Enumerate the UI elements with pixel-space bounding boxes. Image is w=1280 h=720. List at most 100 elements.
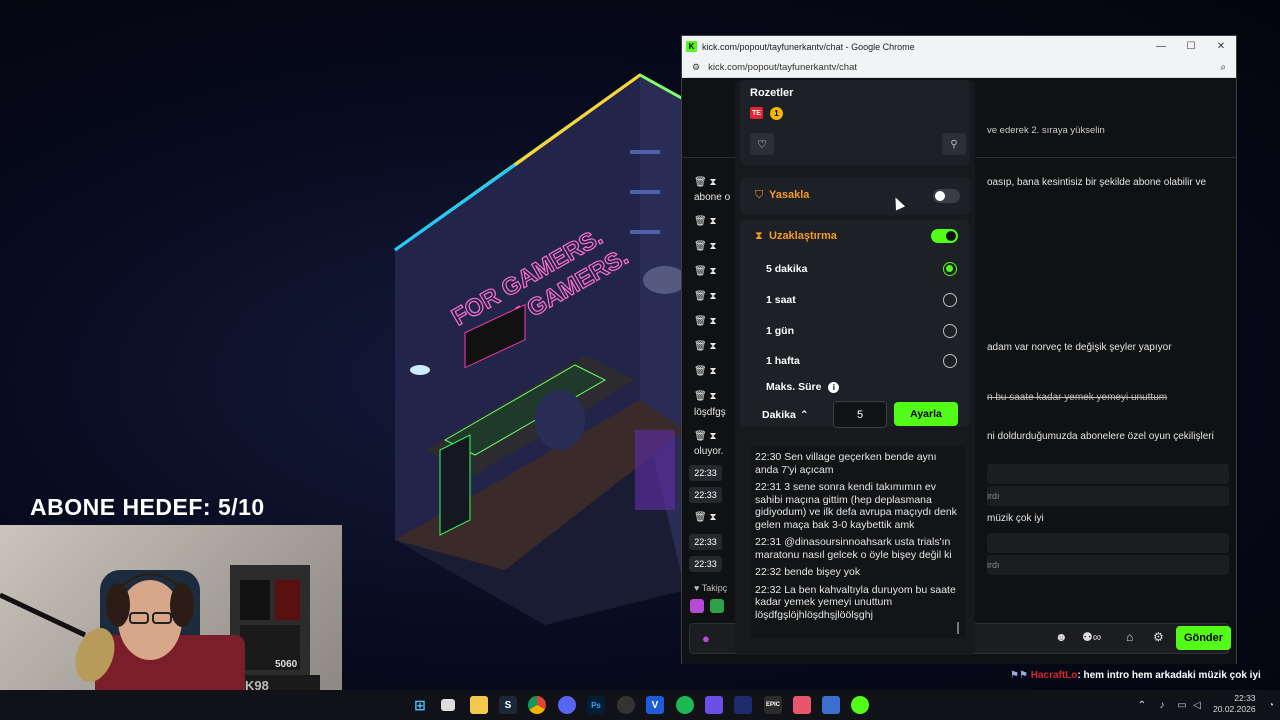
volume-icon[interactable]: ◁ — [1188, 696, 1206, 714]
rank-text: ve ederek 2. sıraya yükselin — [987, 125, 1105, 136]
ban-toggle[interactable] — [933, 189, 960, 203]
chat-actions-row[interactable]: 🗑 ⧗ — [694, 241, 717, 252]
system-clock[interactable]: 22:33 20.02.2026 — [1213, 693, 1256, 715]
history-message: 22:31 3 sene sonra kendi takımımın ev sa… — [755, 481, 960, 531]
chat-actions-row[interactable]: 🗑 ⧗ — [694, 177, 717, 188]
overlay-chat-message: ⚑⚑ HacraftLo: hem intro hem arkadaki müz… — [1010, 670, 1261, 681]
chat-actions-row[interactable]: 🗑 ⧗ — [694, 391, 717, 402]
emote-icon[interactable] — [690, 599, 704, 613]
timeout-option-1week[interactable]: 1 hafta — [766, 355, 800, 367]
kick-app-icon[interactable] — [851, 696, 869, 714]
chat-message-continuation: oluyor. — [694, 446, 724, 457]
app-grid-icon[interactable] — [705, 696, 723, 714]
unit-select[interactable]: Dakika ⌃ — [762, 403, 828, 427]
chat-tools-icon[interactable]: ⚉∞ — [1082, 630, 1101, 644]
ban-section: ⛉ Yasakla — [740, 177, 970, 215]
overlay-username: HacraftLo — [1030, 670, 1078, 681]
timestamp-badge: 22:33 — [689, 487, 722, 503]
duration-input[interactable]: 5 — [833, 401, 887, 428]
system-message-text: irdı — [987, 491, 1000, 501]
gpu-box-label: 5060 — [275, 659, 298, 670]
overlay-badges-icon: ⚑⚑ — [1010, 670, 1031, 681]
spotify-icon[interactable] — [676, 696, 694, 714]
emote-icon[interactable] — [710, 599, 724, 613]
info-icon[interactable]: i — [828, 382, 840, 393]
history-message: 22:31 @dinasoursinnoahsark usta trials'ı… — [755, 536, 960, 561]
radio-1day[interactable] — [943, 324, 957, 338]
badges-title: Rozetler — [750, 87, 794, 99]
history-time: 22:32 — [755, 583, 782, 596]
system-message: irdı — [987, 555, 1229, 575]
file-explorer-icon[interactable] — [470, 696, 488, 714]
url-text[interactable]: kick.com/popout/tayfunerkantv/chat — [708, 62, 1220, 73]
history-text: bende bişey yok — [784, 566, 861, 578]
chevron-up-icon: ⌃ — [799, 409, 809, 421]
steam-icon[interactable]: S — [499, 696, 517, 714]
history-time: 22:31 — [755, 536, 782, 548]
photoshop-icon[interactable]: Ps — [587, 696, 605, 714]
chat-message: adam var norveç te değişik şeyler yapıyo… — [987, 342, 1172, 353]
chat-actions-row[interactable]: 🗑 ⧗ — [694, 512, 717, 523]
scrollbar[interactable] — [957, 622, 959, 634]
apply-button[interactable]: Ayarla — [894, 402, 958, 426]
app-icon[interactable] — [734, 696, 752, 714]
title-bar: K kick.com/popout/tayfunerkantv/chat - G… — [682, 36, 1236, 57]
history-text: 3 sene sonra kendi takımımın ev sahibi m… — [755, 481, 957, 531]
chat-actions-row[interactable]: 🗑 ⧗ — [694, 291, 717, 302]
minimize-button[interactable]: — — [1146, 41, 1176, 52]
kick-favicon-icon: K — [686, 41, 697, 52]
timeout-label: Uzaklaştırma — [769, 230, 837, 242]
heart-button[interactable]: ♡ — [750, 133, 774, 155]
epic-games-icon[interactable]: EPIC — [764, 696, 782, 714]
zoom-icon[interactable]: ⌕ — [1220, 62, 1226, 73]
ban-label: Yasakla — [769, 189, 810, 201]
clock-time: 22:33 — [1234, 693, 1256, 703]
timestamp-badge: 22:33 — [689, 534, 722, 550]
radio-1hour[interactable] — [943, 293, 957, 307]
timeout-option-5min[interactable]: 5 dakika — [766, 263, 807, 275]
chat-actions-row[interactable]: 🗑 ⧗ — [694, 431, 717, 442]
timeout-option-1hour[interactable]: 1 saat — [766, 294, 796, 306]
site-settings-icon[interactable]: ⚙ — [692, 62, 700, 73]
app-icon[interactable] — [822, 696, 840, 714]
maximize-button[interactable]: ☐ — [1176, 41, 1206, 52]
timeout-option-1day[interactable]: 1 gün — [766, 325, 794, 337]
windows-start-icon[interactable]: ⊞ — [411, 696, 429, 714]
mic-tray-icon[interactable]: ♪ — [1153, 696, 1171, 714]
app-icon[interactable] — [793, 696, 811, 714]
window-title: kick.com/popout/tayfunerkantv/chat - Goo… — [702, 41, 915, 52]
close-button[interactable]: ✕ — [1206, 41, 1236, 52]
send-button[interactable]: Gönder — [1176, 626, 1231, 650]
user-message-history: 22:30 Sen village geçerken bende aynı an… — [750, 446, 965, 638]
store-icon[interactable]: ⌂ — [1126, 630, 1133, 644]
chevron-up-icon[interactable]: ⌃ — [1133, 696, 1151, 714]
timeout-toggle[interactable] — [931, 229, 958, 243]
discord-icon[interactable] — [558, 696, 576, 714]
microphone-icon[interactable]: ● — [702, 631, 710, 646]
unit-select-value: Dakika — [762, 409, 796, 421]
chat-actions-row[interactable]: 🗑 ⧗ — [694, 316, 717, 327]
chat-actions-row[interactable]: 🗑 ⧗ — [694, 216, 717, 227]
chat-actions-row[interactable]: 🗑 ⧗ — [694, 266, 717, 277]
chat-actions-row[interactable]: 🗑 ⧗ — [694, 366, 717, 377]
radio-1week[interactable] — [943, 354, 957, 368]
timestamp-badge: 22:33 — [689, 556, 722, 572]
history-message: 22:30 Sen village geçerken bende aynı an… — [755, 451, 960, 476]
chat-actions-row[interactable]: 🗑 ⧗ — [694, 341, 717, 352]
system-message — [987, 533, 1229, 553]
task-view-icon[interactable] — [441, 699, 455, 711]
radio-5min[interactable] — [943, 262, 957, 276]
windows-taskbar — [0, 690, 1280, 720]
settings-gear-icon[interactable]: ⚙ — [1153, 630, 1164, 644]
subscriber-goal-text: ABONE HEDEF: 5/10 — [30, 494, 265, 520]
mute-mic-button[interactable]: ⚲ — [942, 133, 966, 155]
notifications-icon[interactable]: ◔ — [1262, 696, 1280, 714]
history-time: 22:30 — [755, 451, 782, 463]
vegas-icon[interactable]: V — [646, 696, 664, 714]
chrome-icon[interactable] — [528, 696, 546, 714]
address-bar[interactable]: ⚙ kick.com/popout/tayfunerkantv/chat ⌕ — [682, 57, 1236, 78]
obs-icon[interactable] — [617, 696, 635, 714]
deleted-chat-message: n bu saate kadar yemek yemeyi unuttum — [987, 392, 1168, 403]
emoji-icon[interactable]: ☻ — [1055, 630, 1068, 644]
max-duration-label: Maks. Süre i — [766, 381, 840, 393]
